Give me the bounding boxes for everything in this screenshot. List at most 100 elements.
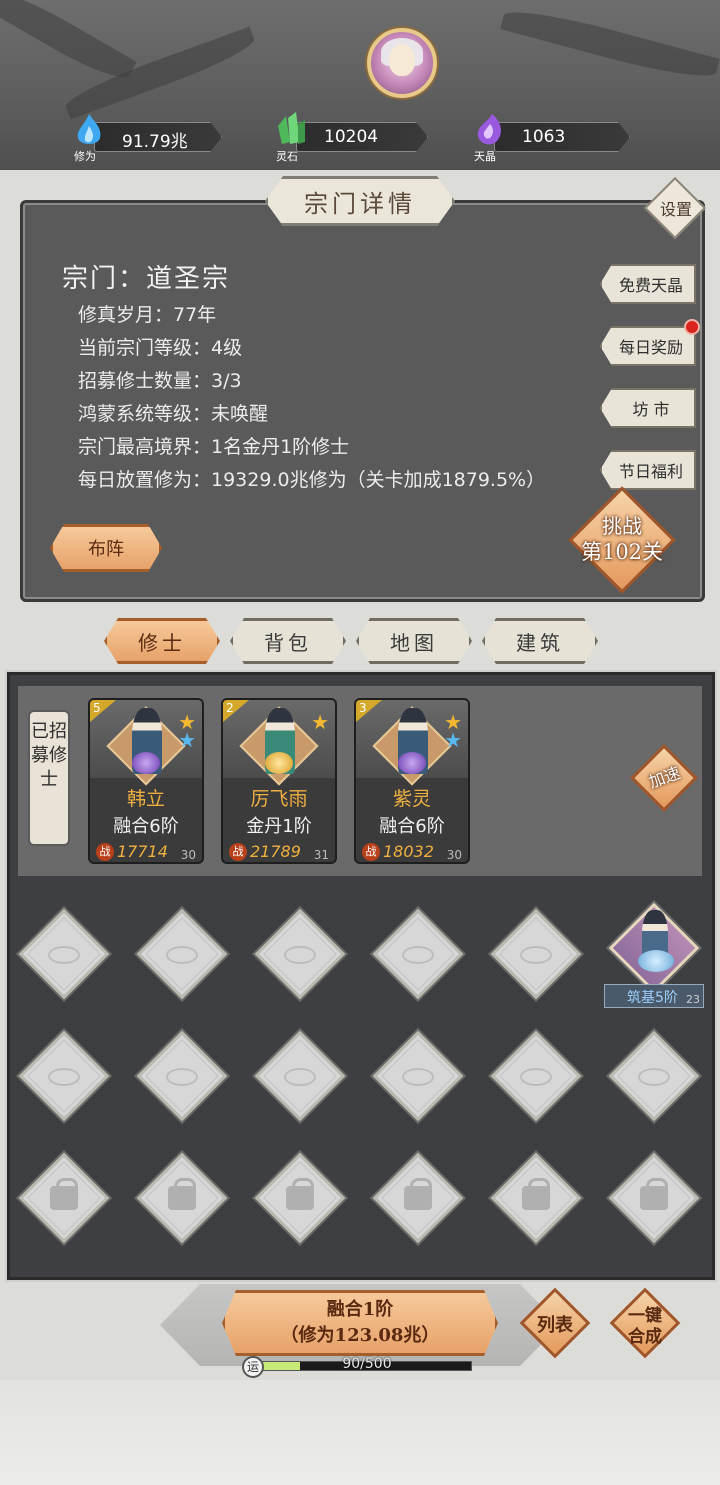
empty-slot[interactable] bbox=[252, 906, 348, 1002]
cloud-icon bbox=[638, 1068, 670, 1086]
luck-progress-text: 90/500 bbox=[342, 1356, 392, 1372]
blue-star-icon: ★ bbox=[178, 728, 196, 752]
empty-slot[interactable] bbox=[488, 906, 584, 1002]
empty-slot[interactable] bbox=[134, 906, 230, 1002]
leaf-decoration bbox=[0, 0, 137, 88]
tab-buildings[interactable]: 建筑 bbox=[482, 618, 598, 664]
locked-slot[interactable] bbox=[488, 1150, 584, 1246]
cultivator-name: 厉飞雨 bbox=[250, 788, 308, 810]
cultivator-orb bbox=[132, 752, 160, 774]
info-years: 修真岁月：77年 bbox=[78, 304, 217, 326]
player-avatar[interactable] bbox=[367, 28, 437, 98]
challenge-stage-button[interactable]: 挑战 第102关 bbox=[566, 486, 678, 594]
resource-value: 1063 bbox=[522, 127, 566, 147]
cloud-icon bbox=[520, 946, 552, 964]
empty-slot[interactable] bbox=[370, 1028, 466, 1124]
resource-sky-crystal[interactable]: 1063 天晶 bbox=[472, 114, 632, 163]
lock-icon bbox=[50, 1178, 78, 1210]
free-sky-crystal-button[interactable]: 免费天晶 bbox=[600, 264, 696, 304]
power-value: 战 18032 bbox=[362, 842, 434, 861]
resource-label: 天晶 bbox=[474, 150, 496, 163]
card-count: 30 bbox=[180, 848, 196, 862]
cloud-icon bbox=[284, 946, 316, 964]
cloud-icon bbox=[166, 1068, 198, 1086]
power-number: 18032 bbox=[383, 842, 434, 861]
empty-slot[interactable] bbox=[134, 1028, 230, 1124]
tab-cultivators[interactable]: 修士 bbox=[104, 618, 220, 664]
locked-slot[interactable] bbox=[370, 1150, 466, 1246]
settings-button-label: 设置 bbox=[659, 200, 692, 219]
list-button[interactable]: 列表 bbox=[518, 1286, 592, 1360]
info-recruit-count: 招募修士数量：3/3 bbox=[78, 370, 242, 392]
merge-cost: （修为123.08兆） bbox=[280, 1325, 440, 1346]
speedup-button[interactable]: 加速 bbox=[628, 742, 700, 814]
cloud-icon bbox=[402, 1068, 434, 1086]
info-hongmeng-level: 鸿蒙系统等级：未唤醒 bbox=[78, 403, 269, 425]
notification-dot bbox=[684, 319, 700, 335]
cultivator-orb bbox=[265, 752, 293, 774]
luck-icon: 运 bbox=[242, 1356, 264, 1378]
cultivator-card[interactable]: 2 ★ 厉飞雨 金丹1阶 战 21789 31 bbox=[221, 698, 337, 864]
green-crystal-icon bbox=[278, 112, 305, 144]
auto-merge-button[interactable]: 一键 合成 bbox=[608, 1286, 682, 1360]
slot-rank: 筑基5阶 bbox=[627, 990, 678, 1006]
daily-reward-button[interactable]: 每日奖励 bbox=[600, 326, 696, 366]
lock-icon bbox=[640, 1178, 668, 1210]
cultivator-orb bbox=[638, 950, 674, 972]
power-value: 战 21789 bbox=[229, 842, 301, 861]
cultivator-rank: 融合6阶 bbox=[379, 816, 445, 837]
cloud-icon bbox=[166, 946, 198, 964]
festival-welfare-button[interactable]: 节日福利 bbox=[600, 450, 696, 490]
formation-button[interactable]: 布阵 bbox=[50, 524, 162, 572]
power-number: 17714 bbox=[117, 842, 168, 861]
cloud-icon bbox=[48, 1068, 80, 1086]
resource-spirit-stone[interactable]: 10204 灵石 bbox=[274, 112, 430, 163]
lock-icon bbox=[522, 1178, 550, 1210]
cultivator-card[interactable]: 3 ★ ★ 紫灵 融合6阶 战 18032 30 bbox=[354, 698, 470, 864]
info-highest-realm: 宗门最高境界：1名金丹1阶修士 bbox=[78, 436, 350, 458]
resource-cultivation[interactable]: 91.79兆 修为 bbox=[72, 114, 222, 163]
background-landscape bbox=[0, 1380, 720, 1485]
empty-slot[interactable] bbox=[16, 1028, 112, 1124]
cultivator-name: 紫灵 bbox=[392, 788, 431, 810]
settings-button[interactable]: 设置 bbox=[643, 176, 707, 240]
cultivator-name: 韩立 bbox=[126, 788, 165, 810]
sect-name: 宗门：道圣宗 bbox=[62, 264, 231, 294]
slot-count: 23 bbox=[686, 993, 700, 1006]
empty-slot[interactable] bbox=[488, 1028, 584, 1124]
empty-slot[interactable] bbox=[370, 906, 466, 1002]
empty-slot[interactable] bbox=[606, 1028, 702, 1124]
cultivator-orb bbox=[398, 752, 426, 774]
resource-label: 修为 bbox=[74, 150, 96, 163]
leaf-decoration bbox=[500, 2, 720, 86]
power-badge-icon: 战 bbox=[229, 843, 247, 861]
card-count: 30 bbox=[446, 848, 462, 862]
purple-crystal-icon bbox=[477, 114, 501, 145]
recruited-label: 已招募修士 bbox=[28, 710, 70, 846]
panel-title: 宗门详情 bbox=[265, 176, 455, 226]
locked-slot[interactable] bbox=[16, 1150, 112, 1246]
power-value: 战 17714 bbox=[96, 842, 168, 861]
locked-slot[interactable] bbox=[252, 1150, 348, 1246]
slot-rank-label: 筑基5阶 23 bbox=[604, 984, 704, 1008]
empty-slot[interactable] bbox=[16, 906, 112, 1002]
info-daily-idle: 每日放置修为：19329.0兆修为（关卡加成1879.5%） bbox=[78, 469, 546, 491]
power-badge-icon: 战 bbox=[96, 843, 114, 861]
auto-merge-label-2: 合成 bbox=[628, 1327, 662, 1347]
locked-slot[interactable] bbox=[134, 1150, 230, 1246]
challenge-label: 挑战 bbox=[602, 514, 642, 538]
resource-value: 10204 bbox=[324, 127, 379, 147]
locked-slot[interactable] bbox=[606, 1150, 702, 1246]
gold-star-icon: ★ bbox=[311, 710, 329, 734]
merge-button[interactable]: 融合1阶 （修为123.08兆） bbox=[222, 1290, 498, 1356]
cultivator-card[interactable]: 5 ★ ★ 韩立 融合6阶 战 17714 30 bbox=[88, 698, 204, 864]
resource-label: 灵石 bbox=[276, 150, 298, 163]
cloud-icon bbox=[284, 1068, 316, 1086]
market-button[interactable]: 坊 市 bbox=[600, 388, 696, 428]
power-number: 21789 bbox=[250, 842, 301, 861]
cloud-icon bbox=[520, 1068, 552, 1086]
tab-map[interactable]: 地图 bbox=[356, 618, 472, 664]
empty-slot[interactable] bbox=[252, 1028, 348, 1124]
tab-backpack[interactable]: 背包 bbox=[230, 618, 346, 664]
cloud-icon bbox=[402, 946, 434, 964]
